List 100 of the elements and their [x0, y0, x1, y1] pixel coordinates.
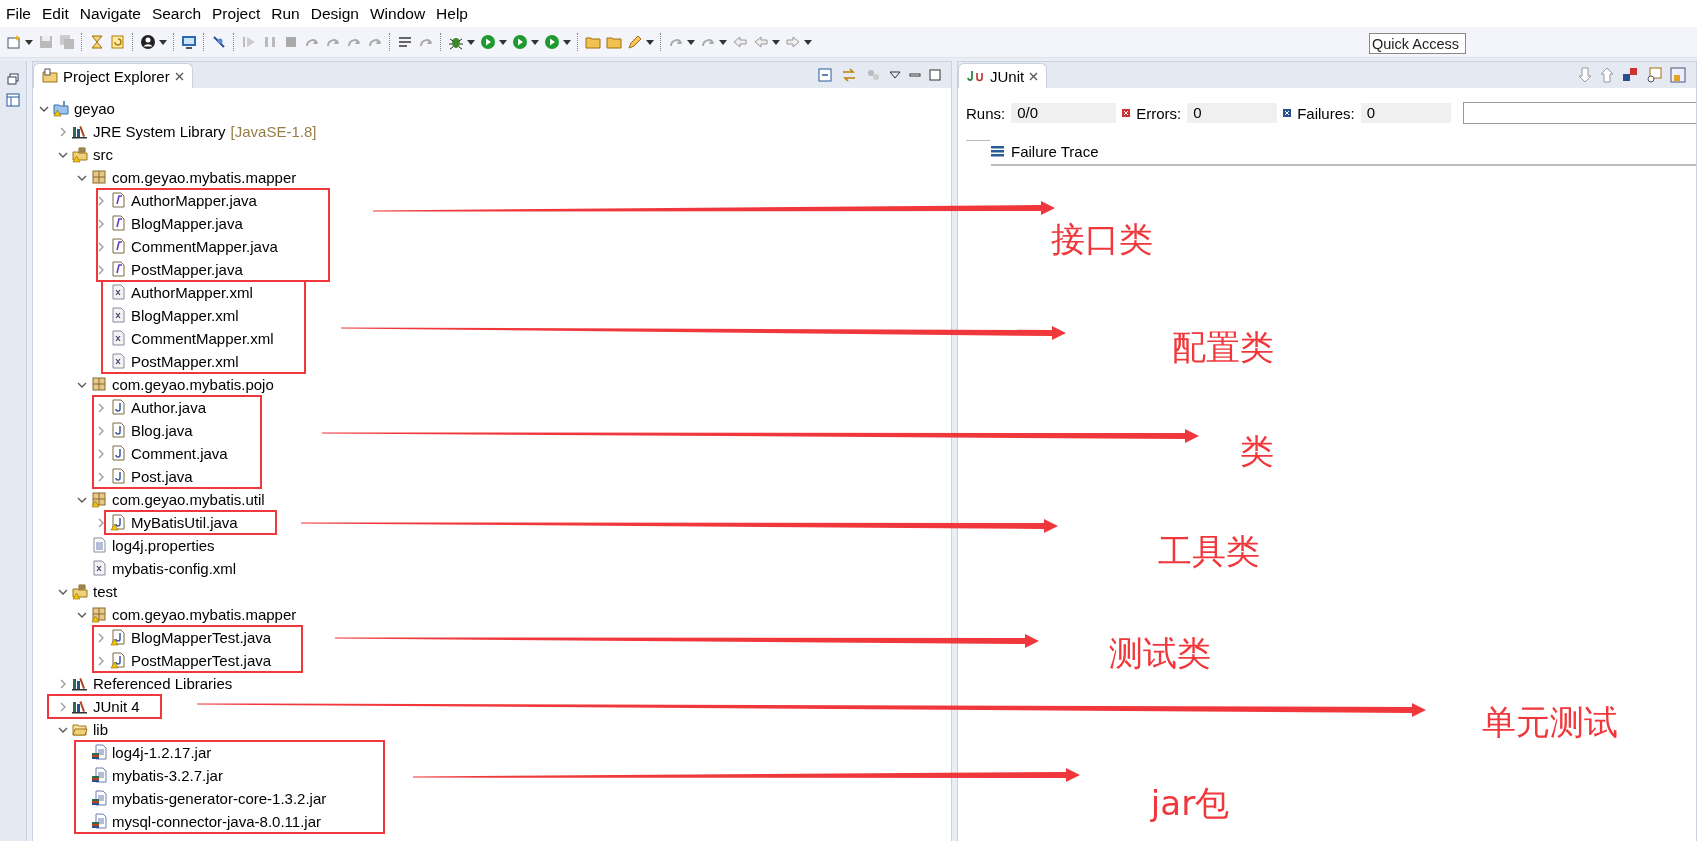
dropdown-caret-icon[interactable] — [772, 39, 780, 45]
folder-icon[interactable] — [606, 34, 622, 50]
tree-item[interactable]: MyBatisUtil.java — [131, 514, 238, 531]
menu-item[interactable]: Design — [306, 4, 366, 23]
dropdown-caret-icon[interactable] — [25, 39, 33, 45]
tree-item[interactable]: Blog.java — [131, 422, 193, 439]
expand-chevron-icon[interactable] — [96, 241, 106, 252]
down-arrow-icon[interactable] — [1578, 67, 1592, 83]
tree-item[interactable]: JRE System Library — [93, 123, 226, 140]
tree-item[interactable]: Referenced Libraries — [93, 675, 233, 692]
expand-chevron-icon[interactable] — [96, 632, 106, 643]
tree-item[interactable]: lib — [93, 721, 108, 738]
hourglass-icon[interactable] — [89, 34, 105, 50]
dropdown-caret-icon[interactable] — [804, 39, 812, 45]
jar-file-icon — [91, 813, 108, 830]
view-menu-icon[interactable] — [889, 71, 901, 79]
tree-item[interactable]: BlogMapperTest.java — [131, 629, 272, 646]
tree-item[interactable]: AuthorMapper.xml — [131, 284, 253, 301]
tree-item[interactable]: com.geyao.mybatis.mapper — [112, 606, 297, 623]
expand-chevron-icon[interactable] — [58, 126, 68, 137]
pen-icon[interactable] — [627, 34, 643, 50]
tree-item[interactable]: BlogMapper.java — [131, 215, 243, 232]
collapse-all-icon[interactable] — [817, 67, 833, 83]
expand-chevron-icon[interactable] — [96, 195, 106, 206]
list-icon[interactable] — [397, 34, 413, 50]
tree-item[interactable]: Author.java — [131, 399, 207, 416]
dropdown-caret-icon[interactable] — [159, 39, 167, 45]
run-icon[interactable] — [480, 34, 496, 50]
menu-item[interactable]: Project — [208, 4, 268, 23]
xml-file-icon — [110, 330, 127, 347]
tree-item[interactable]: CommentMapper.xml — [131, 330, 274, 347]
stop-icon[interactable] — [283, 34, 299, 50]
close-icon[interactable] — [174, 71, 184, 81]
tree-item[interactable]: com.geyao.mybatis.pojo — [112, 376, 274, 393]
tree-item[interactable]: log4j-1.2.17.jar — [112, 744, 212, 761]
tree-item[interactable]: CommentMapper.java — [131, 238, 278, 255]
junit-tab[interactable]: JUnit — [958, 63, 1048, 88]
expand-chevron-icon[interactable] — [96, 471, 106, 482]
expand-chevron-icon[interactable] — [96, 402, 106, 413]
tree-item[interactable]: src — [93, 146, 113, 163]
dropdown-caret-icon[interactable] — [646, 39, 654, 45]
maximize-icon[interactable] — [929, 69, 941, 81]
monitor-icon[interactable] — [181, 34, 197, 50]
tree-item[interactable]: AuthorMapper.java — [131, 192, 257, 209]
tree-item[interactable]: mybatis-generator-core-1.3.2.jar — [112, 790, 327, 807]
menu-item[interactable]: File — [2, 4, 38, 23]
tree-item[interactable]: PostMapper.xml — [131, 353, 239, 370]
expand-chevron-icon[interactable] — [96, 655, 106, 666]
up-arrow-icon[interactable] — [1600, 67, 1614, 83]
menu-item[interactable]: Help — [432, 4, 475, 23]
menu-item[interactable]: Window — [365, 4, 433, 23]
tree-item[interactable]: com.geyao.mybatis.util — [112, 491, 265, 508]
expand-chevron-icon[interactable] — [96, 517, 106, 528]
stack-trace-icon — [991, 146, 1004, 157]
restore-icon[interactable] — [7, 73, 19, 85]
expand-chevron-icon[interactable] — [96, 448, 106, 459]
tree-item[interactable]: Post.java — [131, 468, 193, 485]
expand-chevron-icon[interactable] — [96, 425, 106, 436]
java-file-icon — [110, 468, 127, 485]
menu-item[interactable]: Navigate — [75, 4, 148, 23]
back-arrow-icon[interactable] — [732, 34, 748, 50]
expand-chevron-icon[interactable] — [96, 218, 106, 229]
tree-item[interactable]: mybatis-config.xml — [112, 560, 237, 577]
menu-item[interactable]: Run — [267, 4, 307, 23]
dropdown-caret-icon[interactable] — [687, 39, 695, 45]
project-explorer-tab[interactable]: Project Explorer — [33, 63, 193, 88]
close-icon[interactable] — [1029, 71, 1039, 81]
tree-item[interactable]: geyao — [74, 100, 115, 117]
tree-item[interactable]: com.geyao.mybatis.mapper — [112, 169, 297, 186]
menu-item[interactable]: Edit — [38, 4, 76, 23]
dropdown-caret-icon[interactable] — [719, 39, 727, 45]
quick-access-field[interactable]: Quick Access — [1369, 33, 1466, 54]
expand-chevron-icon[interactable] — [96, 264, 106, 275]
folder-icon[interactable] — [585, 34, 601, 50]
run-icon[interactable] — [512, 34, 528, 50]
tree-item[interactable]: mybatis-3.2.7.jar — [112, 767, 223, 784]
dropdown-caret-icon[interactable] — [531, 39, 539, 45]
tree-item[interactable]: BlogMapper.xml — [131, 307, 239, 324]
refresh-icon[interactable] — [110, 34, 126, 50]
link-arrows-icon[interactable] — [841, 67, 857, 83]
failures-filter-icon[interactable] — [1622, 67, 1638, 83]
dropdown-caret-icon[interactable] — [467, 39, 475, 45]
user-icon[interactable] — [140, 34, 156, 50]
expand-chevron-icon[interactable] — [58, 701, 68, 712]
dropdown-caret-icon[interactable] — [499, 39, 507, 45]
tree-item[interactable]: PostMapper.java — [131, 261, 243, 278]
tree-item[interactable]: mysql-connector-java-8.0.11.jar — [112, 813, 321, 830]
tree-item[interactable]: log4j.properties — [112, 537, 215, 554]
tree-item[interactable]: JUnit 4 — [93, 698, 140, 715]
menu-item[interactable]: Search — [147, 4, 208, 23]
xml-file-icon — [91, 560, 108, 577]
panel-icon[interactable] — [6, 93, 20, 107]
expand-chevron-icon[interactable] — [58, 678, 68, 689]
tree-item[interactable]: Comment.java — [131, 445, 228, 462]
text-file-icon — [91, 537, 108, 554]
run-icon[interactable] — [544, 34, 560, 50]
tree-item[interactable]: PostMapperTest.java — [131, 652, 272, 669]
tree-item[interactable]: test — [93, 583, 118, 600]
dropdown-caret-icon[interactable] — [563, 39, 571, 45]
runs-label: Runs: — [966, 104, 1006, 122]
